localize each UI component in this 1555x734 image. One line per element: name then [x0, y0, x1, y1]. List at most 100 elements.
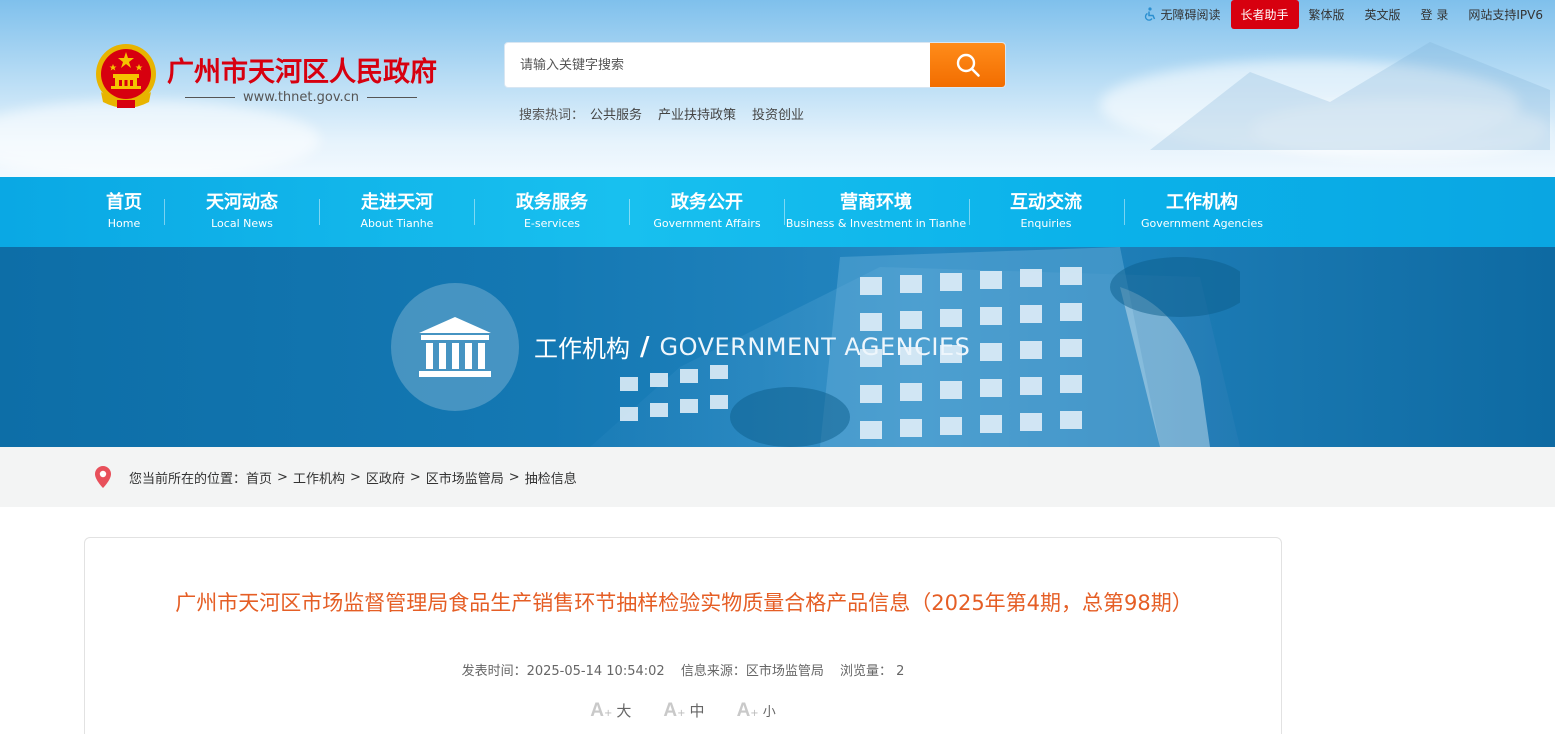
nav-label-zh: 营商环境	[840, 192, 912, 213]
banner-title-zh: 工作机构	[534, 335, 630, 363]
breadcrumb-label: 您当前所在的位置：	[129, 471, 247, 487]
font-size-icon: A	[590, 700, 605, 721]
breadcrumb-separator: >	[277, 469, 288, 485]
main-nav: 首页 Home 天河动态 Local News 走进天河 About Tianh…	[0, 177, 1555, 247]
nav-item-local-news[interactable]: 天河动态 Local News	[182, 177, 302, 247]
divider-line	[185, 97, 235, 98]
breadcrumb-separator: >	[409, 469, 421, 485]
accessibility-label: 无障碍阅读	[1160, 7, 1221, 22]
english-version-link[interactable]: 英文版	[1365, 6, 1401, 23]
view-count-label: 浏览量：	[839, 664, 892, 679]
nav-label-zh: 工作机构	[1166, 192, 1238, 213]
nav-label-en: Business & Investment in Tianhe	[785, 217, 967, 230]
nav-label-en: About Tianhe	[360, 217, 434, 230]
view-count-value: 2	[896, 664, 905, 679]
wheelchair-icon	[1145, 7, 1156, 21]
breadcrumb-inspection-info[interactable]: 抽检信息	[525, 468, 577, 487]
hot-words-label: 搜索热词：	[519, 108, 585, 123]
header-cloud	[0, 100, 320, 177]
banner-title-slash: /	[640, 331, 650, 362]
font-size-icon: A	[663, 700, 678, 721]
banner-title-en: GOVERNMENT AGENCIES	[659, 332, 971, 361]
article-meta: 发表时间：2025-05-14 10:54:02 信息来源：区市场监管局 浏览量…	[85, 660, 1281, 679]
national-emblem-icon	[96, 44, 156, 108]
banner-title: 工作机构 / GOVERNMENT AGENCIES	[534, 329, 970, 364]
breadcrumb-district-government[interactable]: 区政府	[366, 468, 405, 487]
nav-label-en: Government Agencies	[1141, 217, 1263, 230]
location-pin-icon	[95, 466, 111, 488]
search-button[interactable]	[930, 43, 1005, 87]
nav-separator	[629, 199, 630, 225]
font-size-plus: +	[750, 708, 759, 719]
nav-separator	[969, 199, 970, 225]
info-source: 信息来源：区市场监管局	[680, 664, 824, 679]
accessibility-link[interactable]: 无障碍阅读	[1143, 6, 1221, 23]
nav-item-government-affairs[interactable]: 政务公开 Government Affairs	[647, 177, 767, 247]
nav-label-zh: 互动交流	[1010, 192, 1082, 213]
breadcrumb-market-regulation[interactable]: 区市场监管局	[426, 468, 504, 487]
hot-word-link[interactable]: 投资创业	[752, 104, 804, 123]
site-url-row: www.thnet.gov.cn	[185, 90, 437, 105]
font-size-label: 中	[689, 702, 705, 720]
nav-item-about-tianhe[interactable]: 走进天河 About Tianhe	[337, 177, 457, 247]
hot-word-link[interactable]: 公共服务	[590, 104, 642, 123]
top-utility-bar: 无障碍阅读 长者助手 繁体版 英文版 登 录 网站支持IPV6	[1143, 0, 1543, 29]
breadcrumb-home[interactable]: 首页	[246, 468, 272, 487]
site-logo[interactable]: 广州市天河区人民政府 www.thnet.gov.cn	[93, 42, 437, 110]
login-link[interactable]: 登 录	[1421, 6, 1449, 23]
article-card: 广州市天河区市场监督管理局食品生产销售环节抽样检验实物质量合格产品信息（2025…	[84, 537, 1282, 734]
nav-item-business-environment[interactable]: 营商环境 Business & Investment in Tianhe	[786, 177, 966, 247]
nav-item-government-agencies[interactable]: 工作机构 Government Agencies	[1132, 177, 1272, 247]
hot-words: 搜索热词： 公共服务 产业扶持政策 投资创业	[519, 104, 804, 123]
nav-label-zh: 政务公开	[671, 192, 743, 213]
site-header: 无障碍阅读 长者助手 繁体版 英文版 登 录 网站支持IPV6 广州市天河区人民…	[0, 0, 1555, 177]
font-size-label: 小	[762, 705, 776, 720]
font-size-plus: +	[677, 708, 686, 719]
nav-separator	[784, 199, 785, 225]
divider-line	[367, 97, 418, 98]
font-size-large-button[interactable]: A + 大	[590, 700, 631, 722]
nav-separator	[474, 199, 475, 225]
nav-item-e-services[interactable]: 政务服务 E-services	[492, 177, 612, 247]
publish-time: 发表时间：2025-05-14 10:54:02	[461, 664, 665, 679]
nav-label-en: E-services	[523, 217, 581, 230]
nav-label-zh: 天河动态	[206, 192, 278, 213]
agency-icon-circle	[391, 283, 519, 411]
hot-word-link[interactable]: 产业扶持政策	[658, 104, 736, 123]
search-box	[504, 42, 1006, 88]
nav-label-zh: 政务服务	[516, 192, 588, 213]
font-size-plus: +	[604, 708, 613, 719]
site-title: 广州市天河区人民政府	[167, 57, 437, 88]
page-banner: 工作机构 / GOVERNMENT AGENCIES	[0, 247, 1555, 447]
breadcrumb-separator: >	[508, 469, 520, 485]
nav-label-en: Government Affairs	[653, 217, 761, 230]
nav-separator	[319, 199, 320, 225]
breadcrumb-bar: 您当前所在的位置： 首页 > 工作机构 > 区政府 > 区市场监管局 > 抽检信…	[0, 447, 1555, 507]
nav-separator	[1124, 199, 1125, 225]
traditional-chinese-link[interactable]: 繁体版	[1309, 6, 1345, 23]
font-size-label: 大	[616, 702, 632, 720]
nav-separator	[164, 199, 165, 225]
font-size-medium-button[interactable]: A + 中	[663, 700, 704, 722]
font-size-icon: A	[736, 700, 751, 721]
view-count: 浏览量： 2	[840, 664, 904, 679]
nav-item-home[interactable]: 首页 Home	[84, 177, 164, 247]
elder-assistant-button[interactable]: 长者助手	[1230, 0, 1299, 29]
breadcrumb-separator: >	[349, 469, 361, 485]
article-title: 广州市天河区市场监督管理局食品生产销售环节抽样检验实物质量合格产品信息（2025…	[175, 591, 1193, 615]
nav-label-en: Local News	[211, 217, 273, 230]
nav-item-enquiries[interactable]: 互动交流 Enquiries	[986, 177, 1106, 247]
search-icon	[956, 53, 980, 77]
breadcrumb-agencies[interactable]: 工作机构	[293, 468, 345, 487]
nav-label-zh: 走进天河	[361, 192, 433, 213]
nav-label-en: Enquiries	[1020, 217, 1072, 230]
government-building-icon	[419, 317, 491, 377]
site-url: www.thnet.gov.cn	[243, 90, 360, 105]
font-size-switcher: A + 大 A + 中 A + 小	[85, 700, 1281, 722]
font-size-small-button[interactable]: A + 小	[737, 700, 776, 722]
search-input[interactable]	[505, 43, 930, 87]
nav-label-zh: 首页	[106, 192, 142, 213]
breadcrumb: 您当前所在的位置： 首页 > 工作机构 > 区政府 > 区市场监管局 > 抽检信…	[93, 465, 577, 489]
site-name-block: 广州市天河区人民政府 www.thnet.gov.cn	[167, 42, 437, 105]
ipv6-notice: 网站支持IPV6	[1468, 7, 1543, 22]
